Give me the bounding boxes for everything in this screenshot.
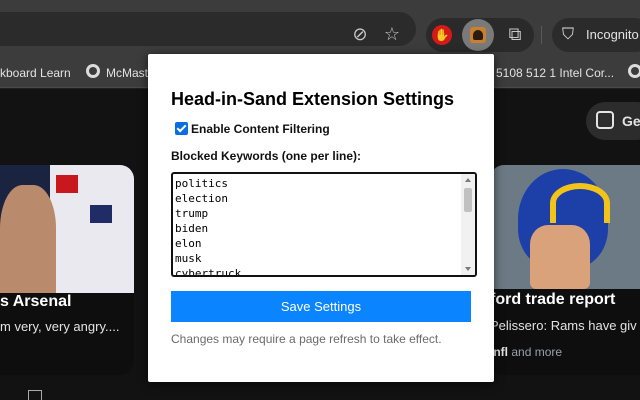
refresh-note: Changes may require a page refresh to ta… (171, 332, 442, 346)
news-card[interactable]: ford trade report Pelissero: Rams have g… (490, 165, 640, 375)
keyword-line: musk (175, 252, 202, 265)
ostrich-icon (470, 27, 486, 43)
keyword-list: politics election trump biden elon musk … (175, 176, 242, 277)
blocked-keywords-textarea[interactable]: politics election trump biden elon musk … (171, 172, 477, 277)
lens-icon (596, 111, 614, 129)
enable-filtering-label[interactable]: Enable Content Filtering (191, 122, 330, 136)
news-card-subtitle: Pelissero: Rams have giv (490, 318, 637, 333)
incognito-button[interactable]: ⛉ Incognito (552, 18, 640, 52)
news-card-title: s Arsenal (0, 293, 72, 310)
popup-title: Head-in-Sand Extension Settings (171, 89, 455, 109)
toolbar-divider (541, 26, 542, 44)
extension-settings-popup: Head-in-Sand Extension Settings Enable C… (148, 54, 494, 382)
scroll-thumb[interactable] (464, 188, 472, 212)
helmet-horn (550, 183, 610, 223)
browser-toolbar: ⊘ ☆ ✋ ⧉ ⛉ Incognito (0, 0, 640, 60)
person-image (530, 225, 590, 289)
news-card-source: /nfl and more (490, 345, 562, 359)
news-card-image (490, 165, 640, 289)
source-more[interactable]: and more (511, 345, 562, 359)
keyword-line: elon (175, 237, 202, 250)
scroll-down-icon[interactable] (465, 267, 471, 271)
scroll-up-icon[interactable] (465, 178, 471, 182)
news-card-title: ford trade report (490, 291, 616, 308)
keyword-line: politics (175, 177, 228, 190)
incognito-label: Incognito (586, 27, 639, 42)
incognito-icon: ⛉ (562, 24, 575, 43)
lens-label: Ge (622, 113, 640, 129)
save-settings-button[interactable]: Save Settings (171, 291, 471, 322)
news-card-subtitle: m very, very angry.... (0, 319, 120, 334)
sponsor-wall (50, 165, 134, 293)
lens-button[interactable]: Ge (586, 102, 640, 140)
window-icon[interactable] (28, 390, 42, 400)
bookmark-item[interactable]: McMast (106, 66, 148, 80)
eye-off-icon[interactable]: ⊘ (349, 24, 371, 46)
news-card-image (0, 165, 134, 293)
blocked-keywords-label: Blocked Keywords (one per line): (171, 149, 362, 163)
news-card[interactable]: s Arsenal m very, very angry.... (0, 165, 134, 375)
bookmark-item[interactable]: 5108 512 1 Intel Cor... (496, 66, 614, 80)
keyword-line: trump (175, 207, 209, 220)
bookmark-star-icon[interactable]: ☆ (381, 24, 403, 46)
keyword-line: election (175, 192, 228, 205)
textarea-scrollbar[interactable] (461, 174, 475, 275)
hand-stop-extension-icon[interactable]: ✋ (432, 25, 452, 45)
enable-filtering-checkbox[interactable] (175, 122, 188, 135)
person-image (0, 185, 56, 293)
puzzle-extensions-icon[interactable]: ⧉ (504, 24, 526, 46)
keyword-line: cybertruck (175, 267, 242, 277)
globe-icon (628, 64, 640, 78)
bookmark-item[interactable]: kboard Learn (0, 66, 71, 80)
globe-icon (86, 64, 100, 78)
keyword-line: biden (175, 222, 209, 235)
head-in-sand-extension-icon[interactable] (462, 19, 494, 51)
